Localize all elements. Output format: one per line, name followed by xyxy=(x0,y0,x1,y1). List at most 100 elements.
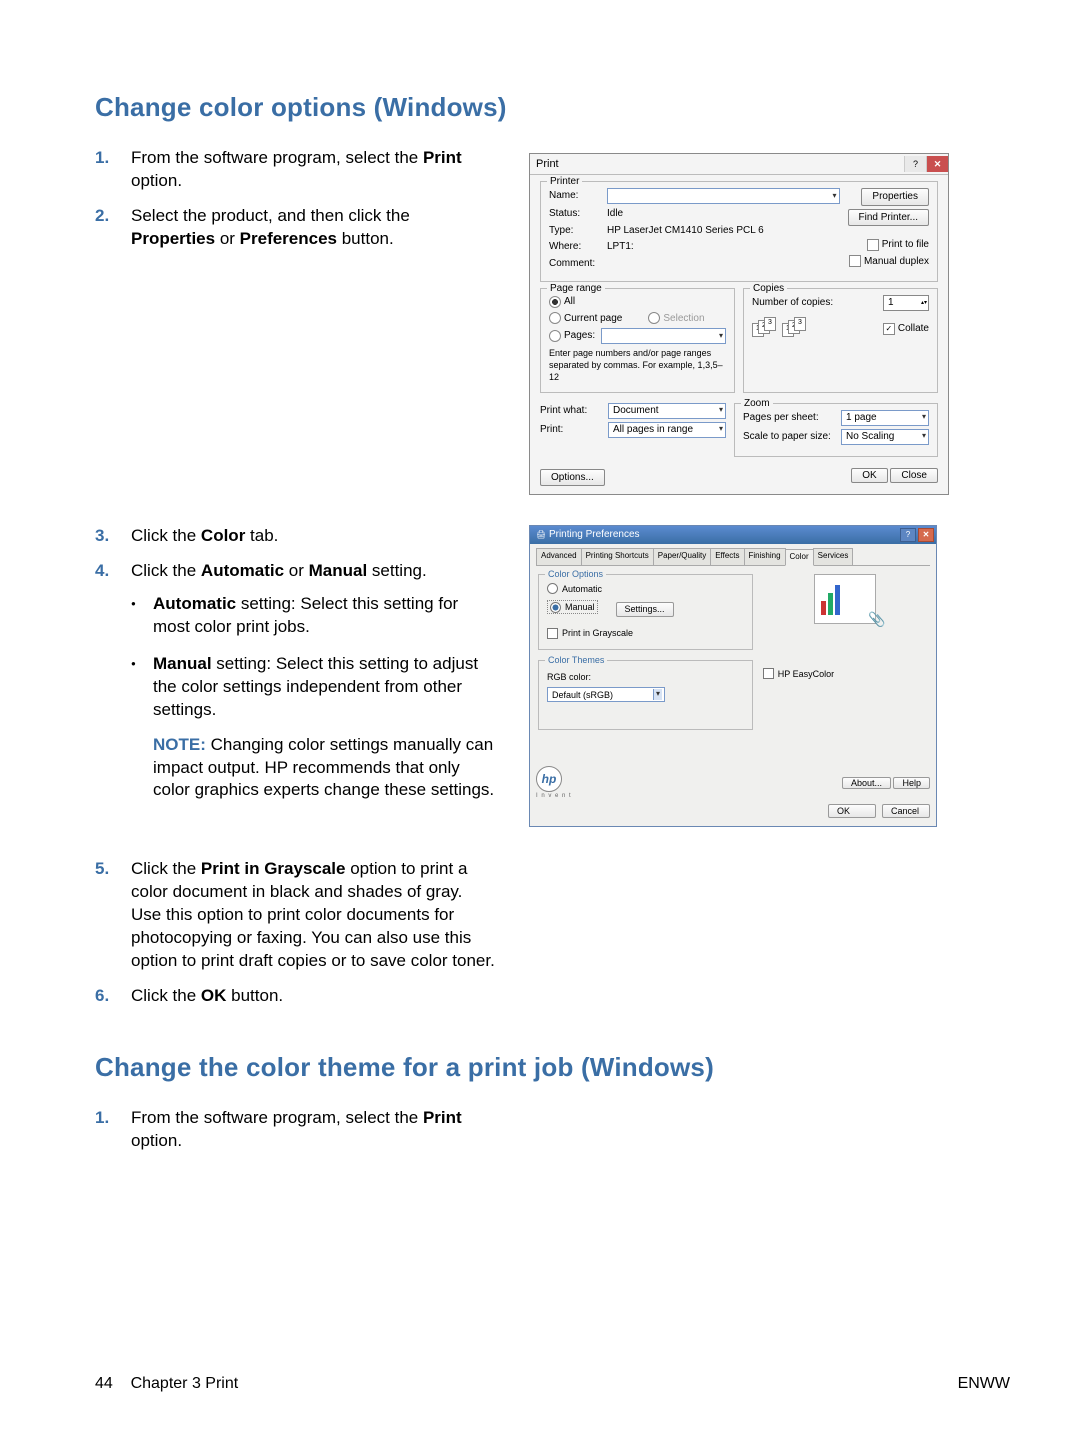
pages-per-sheet-select[interactable]: 1 page xyxy=(841,410,929,426)
options-button[interactable]: Options... xyxy=(540,469,605,487)
ok-button[interactable]: OK xyxy=(851,468,887,483)
value: LPT1: xyxy=(607,240,634,254)
rgb-color-select[interactable]: Default (sRGB) xyxy=(547,687,665,702)
help-button[interactable]: ? xyxy=(900,528,916,542)
manual-duplex-checkbox[interactable]: Manual duplex xyxy=(849,255,929,269)
note-label: NOTE: xyxy=(153,735,206,754)
label: Name: xyxy=(549,189,601,203)
print-to-file-checkbox[interactable]: Print to file xyxy=(867,238,929,252)
scale-select[interactable]: No Scaling xyxy=(841,429,929,445)
properties-button[interactable]: Properties xyxy=(861,188,929,206)
t: Print xyxy=(423,1108,462,1127)
find-printer-button[interactable]: Find Printer... xyxy=(848,209,929,227)
tab-paper[interactable]: Paper/Quality xyxy=(653,548,711,565)
label: Where: xyxy=(549,240,601,254)
tab-bar: Advanced Printing Shortcuts Paper/Qualit… xyxy=(536,548,930,566)
t: Manual xyxy=(565,601,595,613)
t: Automatic xyxy=(201,561,284,580)
t: Select the product, and then click the xyxy=(131,206,410,225)
fieldset-color-options: Color Options xyxy=(545,568,606,580)
hint: Enter page numbers and/or page ranges se… xyxy=(549,347,726,383)
t: Click the xyxy=(131,526,201,545)
t: No Scaling xyxy=(846,430,894,444)
group-range: Page range xyxy=(547,282,605,296)
label: Pages per sheet: xyxy=(743,411,835,425)
step-6: Click the OK button. xyxy=(131,985,495,1008)
hp-logo-icon: hp xyxy=(536,766,562,792)
copies-spinner[interactable]: 1 xyxy=(883,295,929,311)
print-what-select[interactable]: Document xyxy=(608,403,726,419)
printer-name-select[interactable] xyxy=(607,188,840,204)
bullet-manual: Manual setting: Select this setting to a… xyxy=(153,653,495,803)
settings-button[interactable]: Settings... xyxy=(616,602,674,616)
step-3: Click the Color tab. xyxy=(131,525,495,548)
help-button[interactable]: ? xyxy=(904,156,926,172)
help-button[interactable]: Help xyxy=(893,777,930,789)
step-num: 1. xyxy=(95,1107,131,1153)
t: Current page xyxy=(564,312,622,326)
radio-manual[interactable]: Manual xyxy=(547,600,598,614)
t: or xyxy=(215,229,240,248)
ok-button[interactable]: OK xyxy=(828,804,876,818)
t: tab. xyxy=(245,526,278,545)
t: All xyxy=(564,295,575,309)
dialog-title: Printing Preferences xyxy=(549,529,640,540)
about-button[interactable]: About... xyxy=(842,777,891,789)
page-footer: 44 Chapter 3 Print ENWW xyxy=(95,1373,1010,1395)
grayscale-checkbox[interactable]: Print in Grayscale xyxy=(547,627,744,639)
hp-tagline: I n v e n t xyxy=(536,792,572,800)
radio-automatic[interactable]: Automatic xyxy=(547,583,744,595)
collate-checkbox[interactable]: Collate xyxy=(883,322,929,336)
label: Print what: xyxy=(540,404,602,418)
t: Automatic xyxy=(153,594,236,613)
t: Click the xyxy=(131,859,201,878)
chapter: Chapter 3 Print xyxy=(131,1375,239,1392)
label: Status: xyxy=(549,207,601,221)
tab-advanced[interactable]: Advanced xyxy=(536,548,582,565)
close-button[interactable]: Close xyxy=(890,468,938,483)
step-num: 5. xyxy=(95,858,131,973)
preview-icon: 📎 xyxy=(868,610,885,629)
steps-theme-1: 1. From the software program, select the… xyxy=(95,1107,495,1165)
print-dialog: Print ? ✕ Printer Name: Status:Idle T xyxy=(529,153,949,495)
t: Print in Grayscale xyxy=(201,859,346,878)
steps-5-6: 5. Click the Print in Grayscale option t… xyxy=(95,858,495,1020)
label: RGB color: xyxy=(547,671,744,683)
t: From the software program, select the xyxy=(131,148,423,167)
easycolor-checkbox[interactable]: HP EasyColor xyxy=(763,668,928,680)
note: NOTE: Changing color settings manually c… xyxy=(153,734,495,803)
close-button[interactable]: ✕ xyxy=(918,528,934,542)
tab-color[interactable]: Color xyxy=(785,549,814,566)
tab-finishing[interactable]: Finishing xyxy=(744,548,786,565)
heading-color-options: Change color options (Windows) xyxy=(95,90,1010,125)
radio-pages[interactable]: Pages: xyxy=(549,329,595,343)
footer-right: ENWW xyxy=(958,1373,1010,1395)
tab-services[interactable]: Services xyxy=(813,548,854,565)
value: Idle xyxy=(607,207,623,221)
fieldset-color-themes: Color Themes xyxy=(545,654,607,666)
t: button. xyxy=(337,229,394,248)
t: HP EasyColor xyxy=(778,668,834,680)
t: 1 page xyxy=(846,411,877,425)
cancel-button[interactable]: Cancel xyxy=(882,804,930,818)
step-num: 4. xyxy=(95,560,131,816)
step-4: Click the Automatic or Manual setting. A… xyxy=(131,560,495,816)
t: Default (sRGB) xyxy=(552,689,613,701)
label: Number of copies: xyxy=(752,296,833,310)
step-theme-1: From the software program, select the Pr… xyxy=(131,1107,495,1153)
print-range-select[interactable]: All pages in range xyxy=(608,422,726,438)
dialog-titlebar: 🖨 Printing Preferences ? ✕ xyxy=(530,526,936,544)
label: Type: xyxy=(549,224,601,238)
tab-shortcuts[interactable]: Printing Shortcuts xyxy=(581,548,654,565)
preferences-dialog: 🖨 Printing Preferences ? ✕ Advanced Prin… xyxy=(529,525,937,827)
tab-effects[interactable]: Effects xyxy=(710,548,744,565)
pages-input[interactable] xyxy=(601,328,726,344)
steps-3-4: 3. Click the Color tab. 4. Click the Aut… xyxy=(95,525,495,828)
bullet-automatic: Automatic setting: Select this setting f… xyxy=(153,593,495,639)
radio-current[interactable]: Current page xyxy=(549,312,622,326)
dialog-title: Print xyxy=(536,157,559,172)
radio-all[interactable]: All xyxy=(549,295,575,309)
t: OK xyxy=(201,986,227,1005)
close-button[interactable]: ✕ xyxy=(926,156,948,172)
label: Print: xyxy=(540,423,602,437)
